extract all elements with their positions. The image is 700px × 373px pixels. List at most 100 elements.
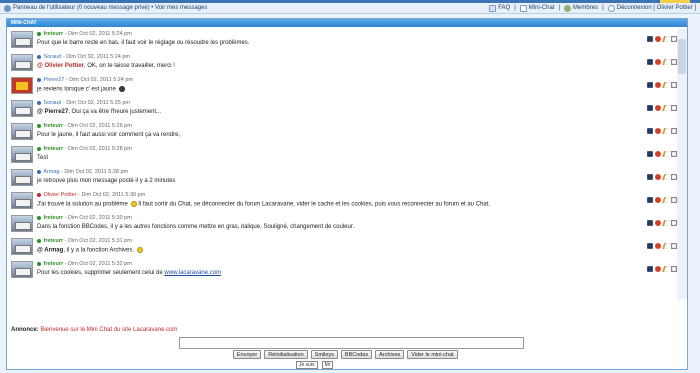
delete-icon[interactable] (655, 59, 661, 65)
ip-icon[interactable] (647, 105, 653, 111)
author-name[interactable]: Pierre27 (44, 77, 65, 83)
author-name[interactable]: Olivier Pottier (44, 192, 77, 198)
author-name[interactable]: Soraud (44, 100, 62, 106)
message-actions (647, 36, 677, 42)
edit-icon[interactable] (661, 151, 671, 157)
edit-icon[interactable] (661, 220, 671, 226)
delete-icon[interactable] (655, 128, 661, 134)
edit-icon[interactable] (661, 197, 671, 203)
ip-icon[interactable] (647, 220, 653, 226)
message-header: freteurr - Dim Oct 02, 2011 5:26 pm (37, 123, 132, 129)
bbcodes-button[interactable]: BBCodes (340, 350, 373, 359)
message-actions (647, 197, 677, 203)
message-date: Dim Oct 02, 2011 5:28 pm (64, 169, 129, 175)
ip-icon[interactable] (647, 197, 653, 203)
message-date: Dim Oct 02, 2011 5:24 pm (69, 77, 134, 83)
author-name[interactable]: freteurr (44, 215, 64, 221)
user-panel-link[interactable]: Panneau de l'utilisateur (0 nouveau mess… (13, 5, 207, 11)
avatar (11, 54, 33, 71)
ip-icon[interactable] (647, 59, 653, 65)
logout-link[interactable]: Déconnexion [ Olivier Pottier ] (617, 5, 696, 11)
edit-icon[interactable] (661, 59, 671, 65)
announce-label: Annonce: (11, 327, 39, 333)
clear-chat-button[interactable]: Vider le mini-chat (407, 350, 458, 359)
message-item: freteurr - Dim Oct 02, 2011 5:26 pm Pour… (11, 121, 683, 143)
edit-icon[interactable] (661, 243, 671, 249)
members-link[interactable]: Membres (573, 5, 598, 11)
edit-icon[interactable] (661, 82, 671, 88)
avatar (11, 123, 33, 140)
message-text: Pour les cookies, supprimer seulement ce… (37, 270, 163, 276)
chat-message-input[interactable] (179, 337, 524, 349)
mention[interactable]: @ Pierre27 (37, 109, 68, 115)
delete-icon[interactable] (655, 82, 661, 88)
message-body: @ Olivier Pottier, OK, on te laisse trav… (37, 63, 175, 69)
author-name[interactable]: freteurr (44, 238, 64, 244)
site-link[interactable]: www.lacaravane.com (164, 270, 221, 276)
send-button[interactable]: Envoyer (233, 350, 262, 359)
message-text-continued: Il faut sortir du Chat, se déconnecter d… (138, 201, 491, 208)
message-text: je retrouve plus mon message posté il y … (37, 178, 176, 184)
nav-bar: Panneau de l'utilisateur (0 nouveau mess… (0, 3, 700, 14)
author-name[interactable]: Soraud (44, 54, 62, 60)
nav-sep: | (602, 5, 604, 11)
message-actions (647, 82, 677, 88)
message-text: je reviens lorsque c' est jaune (37, 86, 116, 93)
ip-icon[interactable] (647, 36, 653, 42)
delete-icon[interactable] (655, 266, 661, 272)
edit-icon[interactable] (661, 174, 671, 180)
delete-icon[interactable] (655, 220, 661, 226)
message-body: @ Armag, il y a la fonction Archives. (37, 247, 143, 254)
message-header: Pierre27 - Dim Oct 02, 2011 5:24 pm (37, 77, 133, 83)
message-item: freteurr - Dim Oct 02, 2011 5:31 pm @ Ar… (11, 236, 683, 258)
ip-icon[interactable] (647, 151, 653, 157)
bottom-chip[interactable]: Je suis (296, 361, 318, 369)
ip-icon[interactable] (647, 243, 653, 249)
message-scrollbar[interactable] (677, 29, 687, 299)
online-dot-icon (37, 146, 41, 151)
message-text: Pour que le barre reste en bas, il faut … (37, 40, 250, 46)
edit-icon[interactable] (661, 105, 671, 111)
author-name[interactable]: freteurr (44, 261, 64, 267)
mention[interactable]: @ Armag (37, 248, 63, 254)
message-actions (647, 243, 677, 249)
message-actions (647, 105, 677, 111)
faq-link[interactable]: FAQ (498, 5, 510, 11)
delete-icon[interactable] (655, 105, 661, 111)
delete-icon[interactable] (655, 151, 661, 157)
mention[interactable]: @ Olivier Pottier (37, 63, 84, 69)
smiley-icon (130, 201, 137, 207)
edit-icon[interactable] (661, 128, 671, 134)
ip-icon[interactable] (647, 266, 653, 272)
author-name[interactable]: freteurr (44, 123, 64, 129)
delete-icon[interactable] (655, 243, 661, 249)
message-header: freteurr - Dim Oct 02, 2011 5:28 pm (37, 146, 132, 152)
delete-icon[interactable] (655, 174, 661, 180)
delete-icon[interactable] (655, 36, 661, 42)
nav-sep: | (514, 5, 516, 11)
edit-icon[interactable] (661, 266, 671, 272)
author-name[interactable]: freteurr (44, 31, 64, 37)
message-text: , Oui ça va être l'heure justement... (68, 109, 162, 115)
ip-icon[interactable] (647, 174, 653, 180)
message-body: je retrouve plus mon message posté il y … (37, 178, 175, 184)
reset-button[interactable]: Réinitialisation (264, 350, 308, 359)
mini-chat-window: MINI-CHAT freteurr - Dim Oct 02, 2011 5:… (6, 18, 688, 370)
scrollbar-thumb[interactable] (678, 39, 686, 74)
message-actions (647, 266, 677, 272)
bottom-chip[interactable]: Mr (321, 361, 334, 369)
edit-icon[interactable] (661, 36, 671, 42)
author-name[interactable]: Armag (43, 169, 59, 175)
message-item: freteurr - Dim Oct 02, 2011 5:28 pm Test (11, 144, 683, 166)
archives-button[interactable]: Archives (375, 350, 405, 359)
author-name[interactable]: freteurr (44, 146, 64, 152)
mini-chat-link[interactable]: Mini-Chat (529, 5, 555, 11)
ip-icon[interactable] (647, 82, 653, 88)
smileys-button[interactable]: Smileys (310, 350, 338, 359)
message-date: Dim Oct 02, 2011 5:30 pm (81, 192, 146, 198)
message-text: , il y a la fonction Archives. (63, 247, 135, 254)
ip-icon[interactable] (647, 128, 653, 134)
avatar (11, 238, 33, 255)
message-date: Dim Oct 02, 2011 5:26 pm (68, 123, 132, 129)
delete-icon[interactable] (655, 197, 661, 203)
